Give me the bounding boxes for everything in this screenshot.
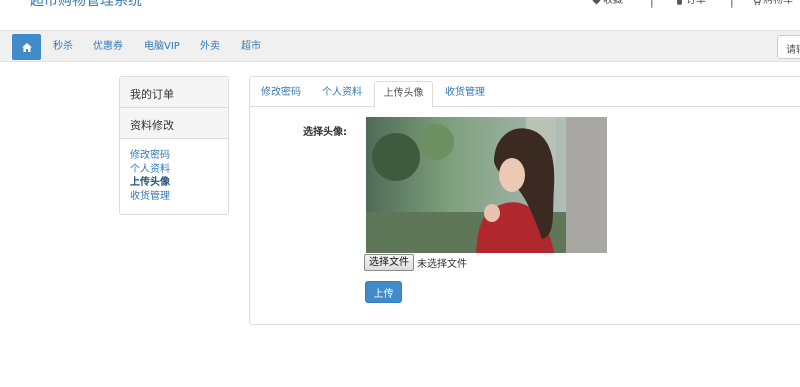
- sidebar-sub-change-password[interactable]: 修改密码: [130, 149, 228, 163]
- home-button[interactable]: [12, 34, 41, 60]
- cart-label: 购物车: [763, 0, 793, 6]
- sidebar-submenu: 修改密码 个人资料 上传头像 收货管理: [120, 139, 228, 214]
- content-panel: 修改密码 个人资料 上传头像 收货管理 选择头像: 选择文件 未选择文件 上传: [249, 76, 800, 325]
- file-status-text: 未选择文件: [417, 259, 467, 270]
- tab-change-password[interactable]: 修改密码: [256, 81, 306, 108]
- tab-personal-info[interactable]: 个人资料: [316, 81, 368, 108]
- top-header: 超市购物管理系统 收藏 | 订单 | 购物车: [0, 0, 800, 30]
- file-icon: [677, 0, 682, 5]
- favorites-label: 收藏: [603, 0, 623, 6]
- site-title[interactable]: 超市购物管理系统: [30, 0, 142, 10]
- heart-icon: [592, 0, 601, 5]
- tab-bar: 修改密码 个人资料 上传头像 收货管理: [250, 77, 800, 108]
- tab-upload-avatar[interactable]: 上传头像: [374, 81, 433, 108]
- sidebar-menu: 我的订单 资料修改 修改密码 个人资料 上传头像 收货管理: [119, 76, 229, 215]
- sidebar-item-profile-edit[interactable]: 资料修改: [120, 108, 228, 139]
- nav-item-seckill[interactable]: 秒杀: [53, 40, 73, 53]
- orders-label: 订单: [686, 0, 706, 6]
- sidebar-sub-personal-info[interactable]: 个人资料: [130, 163, 228, 177]
- upload-button[interactable]: 上传: [365, 281, 402, 303]
- separator: |: [650, 0, 654, 8]
- main-navbar: 秒杀 优惠券 电脑VIP 外卖 超市 请输入: [0, 30, 800, 62]
- cart-icon: [753, 0, 761, 5]
- orders-link[interactable]: 订单: [675, 0, 706, 8]
- separator: |: [730, 0, 734, 8]
- nav-item-pc-vip[interactable]: 电脑VIP: [144, 40, 180, 53]
- sidebar-sub-upload-avatar[interactable]: 上传头像: [130, 176, 228, 190]
- avatar-photo: [366, 117, 607, 253]
- tab-address[interactable]: 收货管理: [440, 81, 490, 108]
- avatar-preview: [366, 117, 607, 253]
- home-icon: [21, 42, 32, 52]
- search-input[interactable]: 请输入: [777, 35, 800, 59]
- nav-item-supermarket[interactable]: 超市: [241, 40, 261, 53]
- sidebar-sub-address[interactable]: 收货管理: [130, 190, 228, 204]
- cart-link[interactable]: 购物车: [752, 0, 793, 8]
- nav-item-takeout[interactable]: 外卖: [200, 40, 220, 53]
- sidebar-item-my-orders[interactable]: 我的订单: [120, 77, 228, 108]
- choose-file-button[interactable]: 选择文件: [364, 254, 414, 271]
- avatar-field-label: 选择头像:: [303, 127, 347, 138]
- favorites-link[interactable]: 收藏: [592, 0, 623, 8]
- file-chooser: 选择文件 未选择文件: [364, 254, 467, 271]
- nav-item-coupon[interactable]: 优惠券: [93, 40, 123, 53]
